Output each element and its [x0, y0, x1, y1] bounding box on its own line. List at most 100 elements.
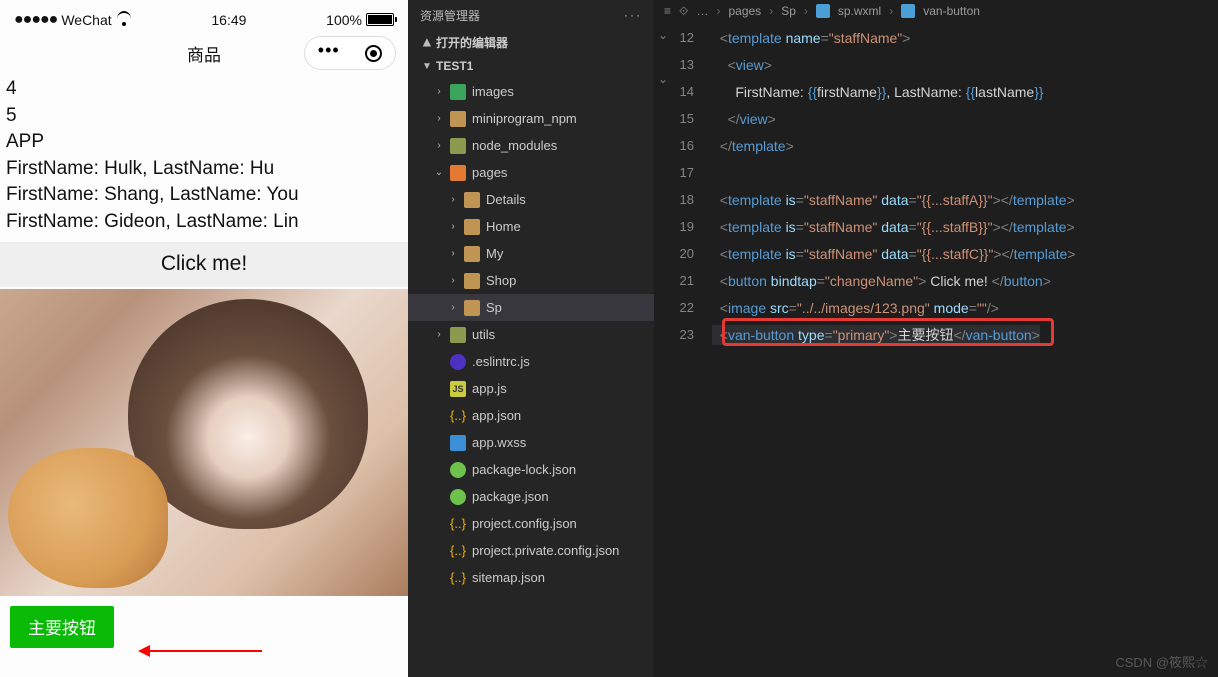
explorer-panel: 资源管理器 ··· ▶ 打开的编辑器 ▼ TEST1 ›images›minip…	[408, 0, 654, 677]
menu-icon[interactable]: •••	[318, 41, 340, 59]
code-text[interactable]: </template>	[712, 138, 794, 154]
code-text[interactable]: </view>	[712, 111, 776, 127]
page-title: 商品	[187, 41, 221, 66]
content-line: 4	[0, 76, 408, 103]
chevron-right-icon: ▶	[422, 37, 433, 47]
code-line[interactable]: 22 <image src="../../images/123.png" mod…	[654, 294, 1218, 321]
line-number: 22	[654, 300, 712, 315]
code-text[interactable]: <template name="staffName">	[712, 30, 910, 46]
tree-item[interactable]: ›Sp	[408, 294, 654, 321]
tree-item[interactable]: {..}project.private.config.json	[408, 537, 654, 564]
signal-icon: ●●●●●	[14, 12, 57, 28]
tree-item[interactable]: › Home	[408, 213, 654, 240]
project-section[interactable]: ▼ TEST1	[408, 54, 654, 78]
code-line[interactable]: 12 <template name="staffName">	[654, 24, 1218, 51]
content-line: FirstName: Hulk, LastName: Hu	[0, 156, 408, 183]
watermark: CSDN @筱熙☆	[1115, 652, 1208, 671]
file-icon: JS	[450, 381, 466, 397]
more-icon[interactable]: …	[696, 4, 708, 18]
file-icon: {..}	[450, 408, 466, 424]
code-text[interactable]: <view>	[712, 57, 772, 73]
tree-item[interactable]: › Shop	[408, 267, 654, 294]
breadcrumb-item[interactable]: van-button	[923, 4, 980, 18]
code-editor[interactable]: ≡ ⟐ … ›pages›Sp›sp.wxml›van-button ⌄⌄ 12…	[654, 0, 1218, 677]
code-text[interactable]: <template is="staffName" data="{{...staf…	[712, 246, 1075, 262]
tree-item[interactable]: package.json	[408, 483, 654, 510]
folder-icon	[450, 138, 466, 154]
chevron-right-icon: ›	[448, 248, 458, 259]
code-text[interactable]: <image src="../../images/123.png" mode="…	[712, 300, 999, 316]
tree-item-label: pages	[472, 165, 507, 180]
chevron-right-icon: ›	[434, 140, 444, 151]
tree-item[interactable]: ›My	[408, 240, 654, 267]
explorer-title: 资源管理器	[420, 7, 480, 24]
content-line: 5	[0, 103, 408, 130]
chevron-right-icon: ›	[804, 4, 808, 18]
explorer-header: 资源管理器 ···	[408, 0, 654, 30]
code-line[interactable]: 19 <template is="staffName" data="{{...s…	[654, 213, 1218, 240]
breadcrumb-item[interactable]: pages	[728, 4, 761, 18]
tree-item-label: node_modules	[472, 138, 557, 153]
wifi-icon	[116, 14, 132, 26]
file-icon: {..}	[450, 516, 466, 532]
content-line: APP	[0, 129, 408, 156]
annotation-highlight	[722, 318, 1054, 346]
tree-item-label: Home	[486, 219, 521, 234]
close-icon[interactable]	[365, 45, 382, 62]
chevron-right-icon: ›	[889, 4, 893, 18]
open-editors-section[interactable]: ▶ 打开的编辑器	[408, 30, 654, 54]
tree-item-label: Details	[486, 192, 526, 207]
overflow-icon[interactable]: ≡	[664, 4, 671, 18]
breadcrumbs[interactable]: ≡ ⟐ … ›pages›Sp›sp.wxml›van-button	[654, 0, 1218, 22]
tree-item[interactable]: .eslintrc.js	[408, 348, 654, 375]
bookmark-icon[interactable]: ⟐	[679, 4, 688, 19]
tree-item-label: package-lock.json	[472, 462, 576, 477]
chevron-right-icon: ›	[448, 221, 458, 232]
capsule[interactable]: •••	[304, 36, 396, 70]
code-line[interactable]: 14 FirstName: {{firstName}}, LastName: {…	[654, 78, 1218, 105]
code-line[interactable]: 16 </template>	[654, 132, 1218, 159]
symbol-icon	[901, 4, 915, 18]
tree-item[interactable]: ⌄pages	[408, 159, 654, 186]
chevron-right-icon: ›	[448, 194, 458, 205]
chevron-right-icon: ›	[448, 275, 458, 286]
code-text[interactable]: <template is="staffName" data="{{...staf…	[712, 219, 1075, 235]
tree-item[interactable]: {..}app.json	[408, 402, 654, 429]
tree-item[interactable]: ›utils	[408, 321, 654, 348]
code-line[interactable]: 13 <view>	[654, 51, 1218, 78]
code-line[interactable]: 17	[654, 159, 1218, 186]
file-icon	[450, 435, 466, 451]
click-me-button[interactable]: Click me!	[0, 242, 408, 287]
page-body: 45APPFirstName: Hulk, LastName: Hu FirstN…	[0, 76, 408, 677]
more-icon[interactable]: ···	[624, 8, 642, 22]
line-number: 20	[654, 246, 712, 261]
breadcrumb-item[interactable]: sp.wxml	[838, 4, 881, 18]
chevron-right-icon: ›	[434, 86, 444, 97]
breadcrumb-item[interactable]: Sp	[781, 4, 796, 18]
tree-item[interactable]: ›images	[408, 78, 654, 105]
fold-gutter[interactable]: ⌄⌄	[658, 24, 668, 90]
tree-item[interactable]: ›miniprogram_npm	[408, 105, 654, 132]
content-line: FirstName: Gideon, LastName: Lin	[0, 209, 408, 236]
content-image	[0, 289, 408, 596]
folder-icon	[450, 165, 466, 181]
code-line[interactable]: 15 </view>	[654, 105, 1218, 132]
code-line[interactable]: 20 <template is="staffName" data="{{...s…	[654, 240, 1218, 267]
code-line[interactable]: 21 <button bindtap="changeName"> Click m…	[654, 267, 1218, 294]
annotation-arrow-icon	[142, 650, 262, 652]
tree-item[interactable]: › Details	[408, 186, 654, 213]
tree-item[interactable]: {..}sitemap.json	[408, 564, 654, 591]
tree-item-label: Shop	[486, 273, 516, 288]
code-text[interactable]: FirstName: {{firstName}}, LastName: {{la…	[712, 84, 1044, 100]
tree-item[interactable]: {..}project.config.json	[408, 510, 654, 537]
code-line[interactable]: 18 <template is="staffName" data="{{...s…	[654, 186, 1218, 213]
code-text[interactable]: <button bindtap="changeName"> Click me! …	[712, 273, 1051, 289]
tree-item[interactable]: app.wxss	[408, 429, 654, 456]
tree-item[interactable]: › node_modules	[408, 132, 654, 159]
primary-button[interactable]: 主要按钮	[10, 606, 114, 648]
tree-item[interactable]: JSapp.js	[408, 375, 654, 402]
tree-item[interactable]: package-lock.json	[408, 456, 654, 483]
code-text[interactable]	[712, 165, 720, 181]
chevron-right-icon: ›	[769, 4, 773, 18]
code-text[interactable]: <template is="staffName" data="{{...staf…	[712, 192, 1075, 208]
